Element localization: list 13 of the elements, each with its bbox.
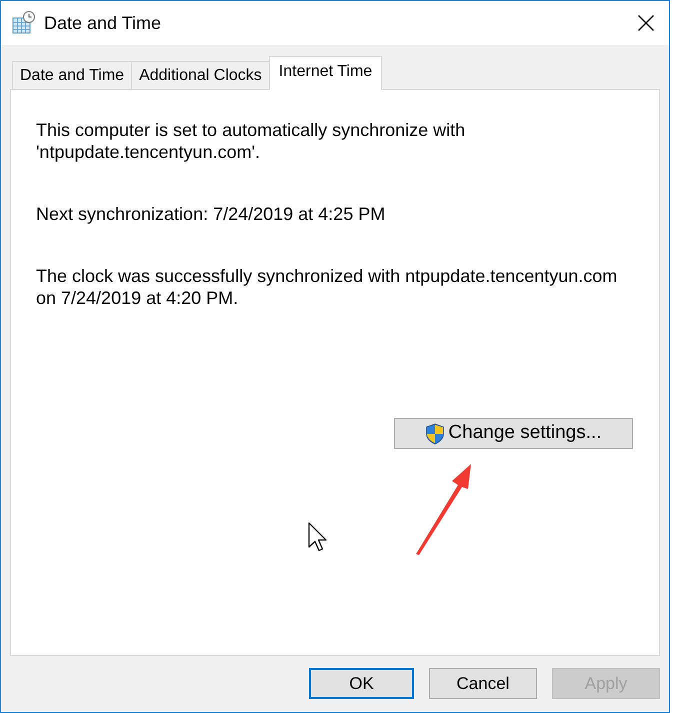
window-title: Date and Time <box>44 12 162 34</box>
mouse-pointer-icon <box>308 522 328 552</box>
tab[interactable]: Date and Time <box>12 61 132 89</box>
status-text: This computer is set to automatically synchronize with 'ntpupdate.tencentyun.com'. <box>36 119 466 163</box>
tab[interactable]: Internet Time <box>268 56 382 90</box>
dialog-button[interactable]: Cancel <box>429 668 537 699</box>
dialog-button[interactable]: OK <box>309 668 414 699</box>
status-text: Next synchronization: 7/24/2019 at 4:25 PM <box>36 203 386 225</box>
shield-icon <box>425 422 446 444</box>
change-settings-button[interactable]: Change settings... <box>394 418 633 449</box>
close-icon <box>638 15 654 31</box>
status-text: The clock was successfully synchronized with ntpupdate.tencentyun.com on 7/24/2019 at 4:20 PM. <box>36 265 618 309</box>
calendar-clock-icon <box>12 11 36 35</box>
